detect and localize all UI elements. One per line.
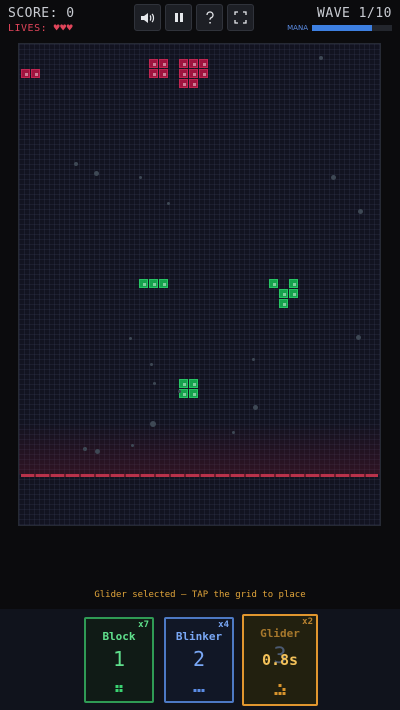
card-count: x4 (218, 620, 229, 630)
question-icon (205, 10, 214, 23)
debris-dot (139, 176, 142, 179)
enemy-cell (149, 69, 158, 78)
debris-dot (358, 209, 363, 214)
card-count: x2 (302, 617, 313, 627)
debris-dot (167, 202, 170, 205)
debris-dot (95, 449, 100, 454)
ally-cell (149, 279, 158, 288)
pause-button[interactable] (165, 4, 192, 31)
enemy-cell (179, 79, 188, 88)
mana-meter: MANA (287, 24, 392, 32)
debris-dot (253, 405, 258, 410)
card-name: Blinker (175, 630, 223, 643)
card-cost: 1 (112, 647, 126, 671)
cooldown-timer: 0.8s (261, 651, 299, 669)
mana-label: MANA (287, 24, 308, 32)
enemy-cell (159, 59, 168, 68)
debris-dot (178, 390, 181, 393)
enemy-cell (189, 79, 198, 88)
debris-dot (356, 335, 361, 340)
debris-dot (74, 162, 78, 166)
speaker-icon (140, 12, 154, 23)
ally-cell (269, 279, 278, 288)
card-block[interactable]: x7 Block 1 (84, 617, 154, 703)
fullscreen-icon (234, 11, 247, 24)
enemy-cell (189, 59, 198, 68)
sound-button[interactable] (134, 4, 161, 31)
card-tray: x7 Block 1 x4 Blinker 2 x2 Glider 3 0.8s (0, 609, 400, 710)
block-pattern-icon (115, 685, 123, 692)
enemy-cell (199, 59, 208, 68)
ally-cell (289, 279, 298, 288)
ally-cell (139, 279, 148, 288)
enemy-cell (189, 69, 198, 78)
ally-cell (279, 299, 288, 308)
danger-zone (19, 422, 380, 474)
pause-icon (174, 13, 183, 22)
debris-dot (83, 447, 87, 451)
blinker-pattern-icon (193, 689, 205, 692)
card-count: x7 (138, 620, 149, 630)
lives-display: LIVES: ♥♥♥ (8, 23, 74, 34)
card-blinker[interactable]: x4 Blinker 2 (164, 617, 234, 703)
wave-display: WAVE 1/10 (317, 6, 392, 21)
enemy-cell (179, 69, 188, 78)
ally-cell (279, 289, 288, 298)
enemy-cell (31, 69, 40, 78)
card-cost: 2 (192, 647, 206, 671)
card-glider[interactable]: x2 Glider 3 0.8s (242, 614, 318, 706)
enemy-cell (199, 69, 208, 78)
ally-cell (289, 289, 298, 298)
debris-dot (319, 56, 323, 60)
toolbar (134, 4, 254, 31)
selection-hint: Glider selected — TAP the grid to place (94, 590, 306, 600)
debris-dot (232, 431, 235, 434)
mana-bar-fill (312, 25, 372, 31)
debris-dot (150, 363, 153, 366)
enemy-cell (21, 69, 30, 78)
debris-dot (153, 382, 156, 385)
enemy-cell (149, 59, 158, 68)
fullscreen-button[interactable] (227, 4, 254, 31)
help-button[interactable] (196, 4, 223, 31)
debris-dot (331, 175, 336, 180)
hud-stats: SCORE: 0 LIVES: ♥♥♥ (8, 6, 75, 34)
hud-wave: WAVE 1/10 MANA (287, 6, 392, 32)
ally-cell (189, 379, 198, 388)
card-name: Block (102, 630, 136, 643)
debris-dot (131, 444, 134, 447)
debris-dot (129, 337, 132, 340)
ally-cell (189, 389, 198, 398)
ally-cell (179, 379, 188, 388)
game-grid[interactable] (18, 43, 381, 526)
ally-cell (159, 279, 168, 288)
defense-line (21, 474, 378, 477)
card-name: Glider (260, 627, 300, 640)
debris-dot (252, 358, 255, 361)
debris-dot (94, 171, 99, 176)
enemy-cell (179, 59, 188, 68)
score-display: SCORE: 0 (8, 6, 75, 21)
enemy-cell (159, 69, 168, 78)
debris-dot (150, 421, 156, 427)
glider-pattern-icon (274, 684, 286, 695)
mana-bar-track (312, 25, 392, 31)
